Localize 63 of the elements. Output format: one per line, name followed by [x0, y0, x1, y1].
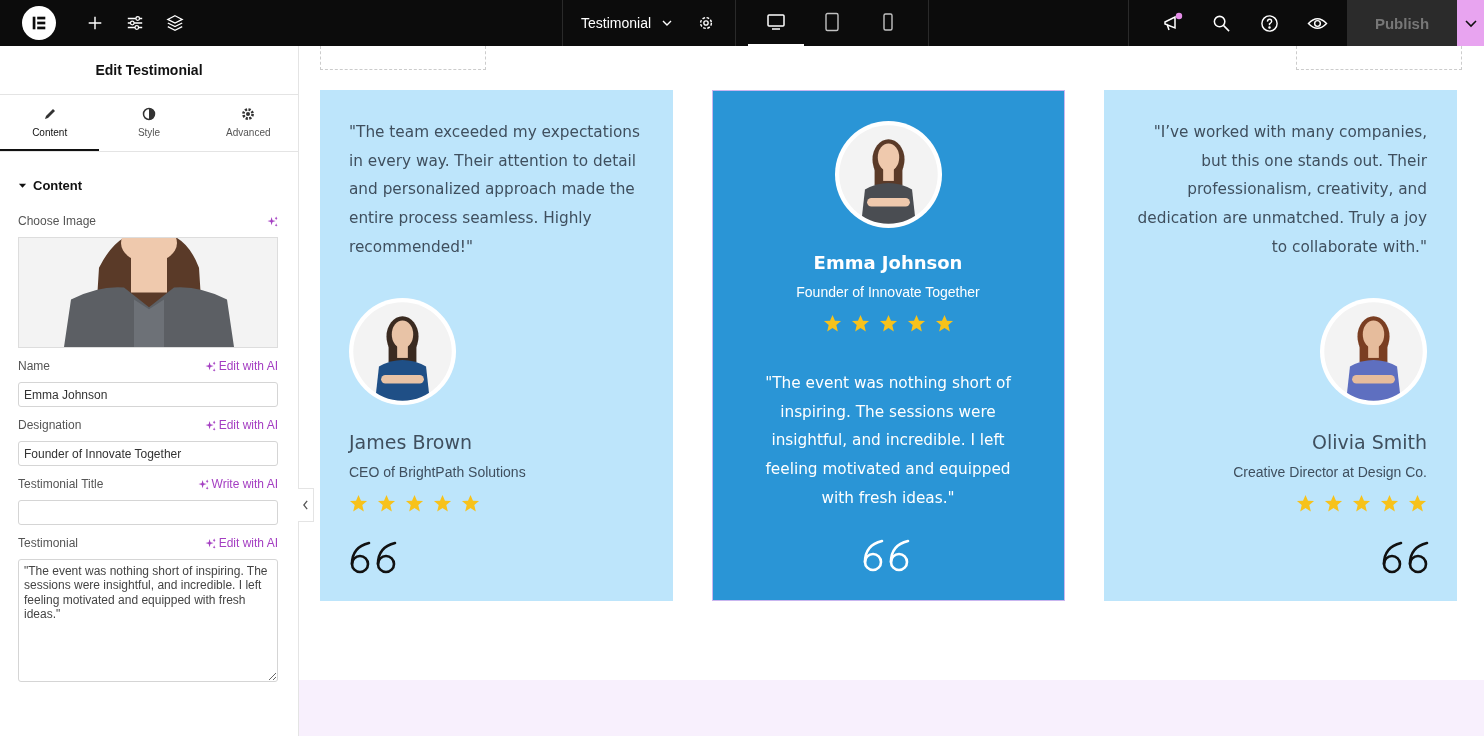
field-label: Designation: [18, 418, 82, 432]
person-title: CEO of BrightPath Solutions: [349, 463, 526, 480]
panel-tab[interactable]: Style: [99, 95, 199, 151]
star-icon: [1380, 493, 1399, 513]
ai-link[interactable]: Edit with AI: [204, 418, 278, 432]
sparkle-icon: [197, 478, 209, 490]
panel-tab[interactable]: Advanced: [198, 95, 298, 151]
star-icon: [822, 314, 842, 333]
sliders-icon[interactable]: [126, 14, 144, 32]
testimonial-card[interactable]: "The team exceeded my expectations in every way. Their attention to detail and personalized approach made the entire process seamless. Highly recommended!" James Brown CEO of BrightPath Solutions: [320, 90, 673, 601]
publish-options-button[interactable]: [1457, 0, 1484, 46]
logo-button[interactable]: [22, 6, 56, 40]
sparkle-icon: [204, 537, 216, 549]
star-icon: [906, 314, 926, 333]
panel-title: Edit Testimonial: [0, 46, 298, 95]
section-toggle[interactable]: Content: [18, 178, 83, 193]
person-name: Olivia Smith: [1311, 430, 1427, 453]
star-icon: [934, 314, 954, 333]
sparkle-icon: [204, 360, 216, 372]
ai-link[interactable]: Write with AI: [197, 477, 278, 491]
star-icon: [349, 493, 368, 513]
star-icon: [1296, 493, 1315, 513]
text-field[interactable]: [18, 500, 278, 525]
field-label: Testimonial: [18, 536, 79, 550]
logo-icon: [30, 14, 48, 32]
person-name: Emma Johnson: [813, 252, 963, 273]
chevron-left-icon: [302, 500, 309, 510]
star-icon: [433, 493, 452, 513]
text-area[interactable]: "The event was nothing short of inspiring. The sessions were insightful, and incredible. I left feeling motivated and equipped with fresh ideas.": [18, 559, 278, 682]
sparkle-icon: [204, 419, 216, 431]
testimonial-quote: "I’ve worked with many companies, but this one stands out. Their professionalism, creativity, and dedication are unmatched. Truly a joy to collaborate with.": [1136, 122, 1427, 258]
layers-icon[interactable]: [166, 14, 184, 32]
ai-link[interactable]: Edit with AI: [204, 536, 278, 550]
panel-tab[interactable]: Content: [0, 95, 100, 151]
pencil-icon: [42, 106, 57, 121]
settings-icon: [241, 106, 256, 121]
star-icon: [377, 493, 396, 513]
document-dropdown[interactable]: Testimonial: [563, 0, 690, 46]
testimonial-card[interactable]: [1104, 90, 1457, 601]
sparkle-icon: [267, 215, 278, 227]
field-label: Testimonial Title: [18, 477, 104, 491]
field-label: Name: [18, 359, 50, 373]
person-title: Creative Director at Design Co.: [1233, 463, 1427, 480]
ai-button[interactable]: [267, 215, 278, 227]
text-field[interactable]: Founder of Innovate Together: [18, 441, 278, 466]
star-icon: [1408, 493, 1427, 513]
testimonial-quote: "The event was nothing short of inspiring. The sessions were insightful, and incredible. I left feeling motivated and equipped with fresh ideas.": [764, 373, 1013, 509]
star-icon: [1352, 493, 1371, 513]
add-icon[interactable]: [86, 14, 104, 32]
ai-link[interactable]: Edit with AI: [204, 359, 278, 373]
star-icon: [878, 314, 898, 333]
star-icon: [1324, 493, 1343, 513]
text-field[interactable]: Emma Johnson: [18, 382, 278, 407]
field-label: Choose Image: [18, 214, 97, 228]
person-title: Founder of Innovate Together: [796, 284, 980, 300]
testimonial-quote: "The team exceeded my expectations in every way. Their attention to detail and personalized approach made the entire process seamless. Highly recommended!": [349, 122, 641, 258]
caret-down-icon: [18, 181, 27, 190]
collapse-handle[interactable]: [298, 488, 314, 522]
contrast-icon: [142, 106, 156, 121]
star-icon: [461, 493, 480, 513]
star-icon: [405, 493, 424, 513]
star-icon: [850, 314, 870, 333]
person-name: James Brown: [349, 430, 473, 453]
